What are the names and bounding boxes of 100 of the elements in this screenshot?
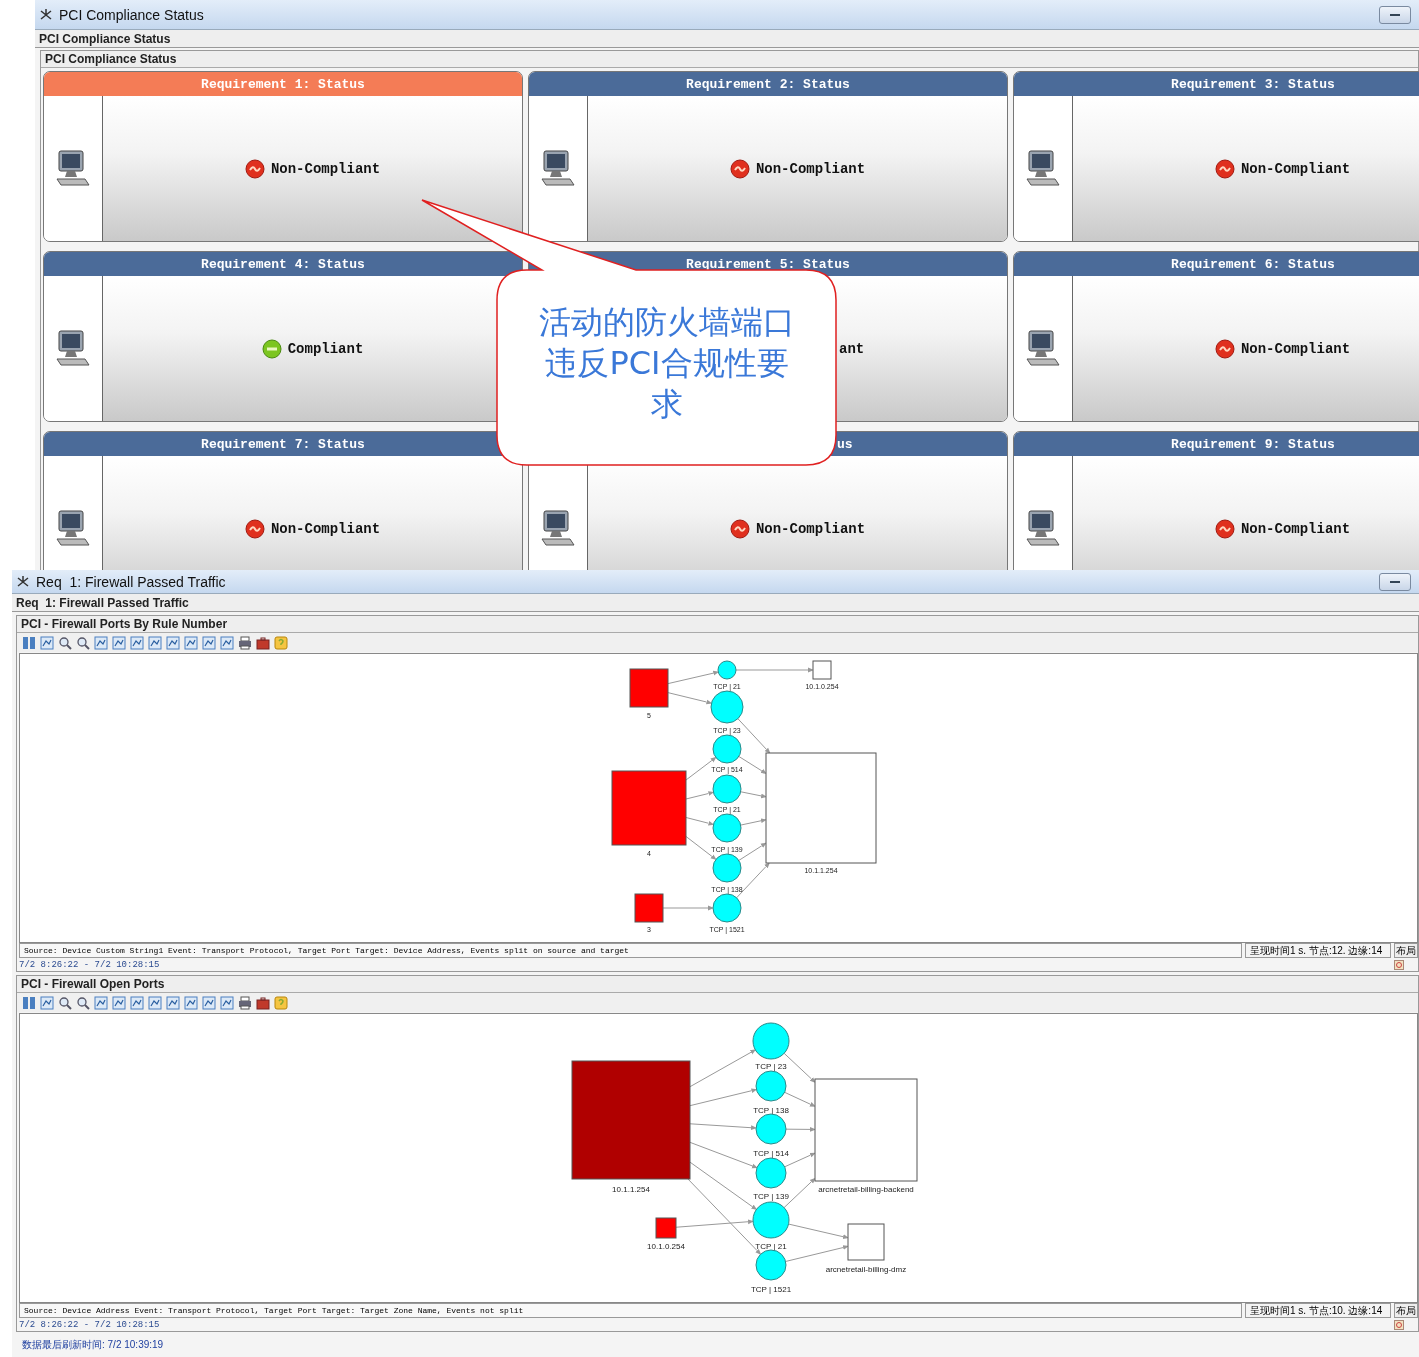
grid-icon[interactable] — [112, 995, 126, 1010]
time-range: 7/2 8:26:22 - 7/2 10:28:15 — [18, 959, 160, 970]
callout-text: 活动的防火墙端口违反PCI合规性要求 — [538, 302, 796, 425]
status-text: ant — [839, 340, 865, 357]
arrow — [740, 791, 767, 799]
grid-icon[interactable] — [202, 635, 216, 650]
panel-title: PCI - Firewall Ports By Rule Number — [21, 617, 228, 631]
arrow — [685, 817, 715, 826]
node-label: arcnetretail-billing-dmz — [825, 1265, 907, 1274]
panel-title: PCI Compliance Status — [45, 52, 177, 66]
minimize-button[interactable] — [1379, 572, 1411, 591]
time-range: 7/2 8:26:22 - 7/2 10:28:15 — [18, 1319, 160, 1330]
computer-icon — [55, 328, 91, 369]
arrow — [784, 1091, 816, 1107]
app-icon — [39, 7, 53, 22]
node-label: TCP | 21 — [755, 1242, 787, 1251]
card-header: Requirement 9: Status — [1014, 432, 1419, 456]
status-text: Non-Compliant — [755, 520, 866, 537]
briefcase-icon[interactable] — [256, 995, 270, 1010]
arrow — [785, 1127, 816, 1132]
requirement-card[interactable]: Requirement 9: Status Non-Compliant — [1013, 431, 1419, 570]
requirement-card[interactable]: Requirement 4: Status Compliant — [43, 251, 523, 422]
grid-icon[interactable] — [130, 635, 144, 650]
card-header: Requirement 6: Status — [1014, 252, 1419, 276]
refresh-icon[interactable] — [1394, 1319, 1404, 1330]
computer-icon — [540, 148, 576, 189]
window-title: PCI Compliance Status — [59, 6, 204, 23]
arrow — [788, 1223, 849, 1240]
node-label: TCP | 23 — [755, 1062, 787, 1071]
arrow — [740, 818, 767, 826]
grid-icon[interactable] — [166, 995, 180, 1010]
arrow — [785, 1245, 849, 1262]
printer-icon[interactable] — [238, 995, 252, 1010]
grid-icon[interactable] — [40, 995, 54, 1010]
columns-icon[interactable] — [22, 635, 36, 650]
status-text: Non-Compliant — [270, 520, 381, 537]
grid-icon[interactable] — [166, 635, 180, 650]
printer-icon[interactable] — [238, 635, 252, 650]
arrow — [662, 905, 714, 911]
grid-icon[interactable] — [220, 995, 234, 1010]
requirement-card[interactable]: Requirement 1: Status Non-Compliant — [43, 71, 523, 242]
source-description: Source: Device Custom String1 Event: Transport Protocol, Target Port Target: Device Address, Events split on source and target — [19, 943, 1242, 958]
status-text: Non-Compliant — [270, 160, 381, 177]
grid-icon[interactable] — [130, 995, 144, 1010]
app-icon — [16, 574, 30, 589]
status-text: Compliant — [287, 340, 364, 357]
grid-icon[interactable] — [94, 635, 108, 650]
render-stats: 呈现时间1 s. 节点:12. 边缘:14 — [1245, 943, 1391, 958]
node-label: 10.1.0.254 — [647, 1242, 685, 1251]
card-header: Requirement 3: Status — [1014, 72, 1419, 96]
computer-icon — [55, 508, 91, 549]
computer-icon — [1025, 328, 1061, 369]
computer-icon — [540, 508, 576, 549]
arrow — [667, 670, 720, 685]
grid-icon[interactable] — [94, 995, 108, 1010]
arrow — [689, 1123, 758, 1131]
grid-icon[interactable] — [148, 995, 162, 1010]
grid-icon[interactable] — [40, 635, 54, 650]
render-stats: 呈现时间1 s. 节点:10. 边缘:14 — [1245, 1303, 1391, 1318]
node-label: arcnetretail-billing-backend — [818, 1185, 914, 1194]
status-text: Non-Compliant — [1240, 160, 1351, 177]
requirement-card[interactable]: Requirement 7: Status Non-Compliant — [43, 431, 523, 570]
requirement-card[interactable]: Requirement 6: Status Non-Compliant — [1013, 251, 1419, 422]
source-description: Source: Device Address Event: Transport Protocol, Target Port Target: Target Zone Name, Events not split — [19, 1303, 1242, 1318]
card-header: Requirement 1: Status — [44, 72, 522, 96]
layout-button[interactable]: 布局 — [1394, 943, 1418, 958]
briefcase-icon[interactable] — [256, 635, 270, 650]
status-text: Non-Compliant — [1240, 520, 1351, 537]
arrow — [685, 791, 715, 800]
grid-icon[interactable] — [202, 995, 216, 1010]
layout-button[interactable]: 布局 — [1394, 1303, 1418, 1318]
tab-title: Req 1: Firewall Passed Traffic — [16, 595, 189, 610]
grid-icon[interactable] — [184, 995, 198, 1010]
computer-icon — [1025, 508, 1061, 549]
card-header: Requirement 4: Status — [44, 252, 522, 276]
minimize-button[interactable] — [1379, 5, 1411, 24]
grid-icon[interactable] — [220, 635, 234, 650]
panel-title: PCI - Firewall Open Ports — [21, 977, 165, 991]
computer-icon — [1025, 148, 1061, 189]
columns-icon[interactable] — [22, 995, 36, 1010]
refresh-icon[interactable] — [1394, 959, 1404, 970]
tab-title: PCI Compliance Status — [39, 31, 171, 46]
last-refresh-time: 数据最后刷新时间: 7/2 10:39:19 — [22, 1338, 165, 1352]
grid-icon[interactable] — [112, 635, 126, 650]
zoom-in-icon[interactable] — [58, 635, 72, 650]
zoom-in-icon[interactable] — [58, 995, 72, 1010]
card-header: Requirement 2: Status — [529, 72, 1007, 96]
node-label: 10.1.1.254 — [612, 1185, 650, 1194]
arrow — [667, 692, 713, 705]
grid-icon[interactable] — [148, 635, 162, 650]
zoom-out-icon[interactable] — [76, 635, 90, 650]
requirement-card[interactable]: Requirement 2: Status Non-Compliant — [528, 71, 1008, 242]
window-title: Req 1: Firewall Passed Traffic — [36, 573, 226, 590]
requirement-card[interactable]: Requirement 3: Status Non-Compliant — [1013, 71, 1419, 242]
node-label: TCP | 139 — [753, 1192, 789, 1201]
zoom-out-icon[interactable] — [76, 995, 90, 1010]
grid-icon[interactable] — [184, 635, 198, 650]
node-label: TCP | 1521 — [750, 1285, 792, 1294]
status-text: Non-Compliant — [1240, 340, 1351, 357]
status-text: Non-Compliant — [755, 160, 866, 177]
